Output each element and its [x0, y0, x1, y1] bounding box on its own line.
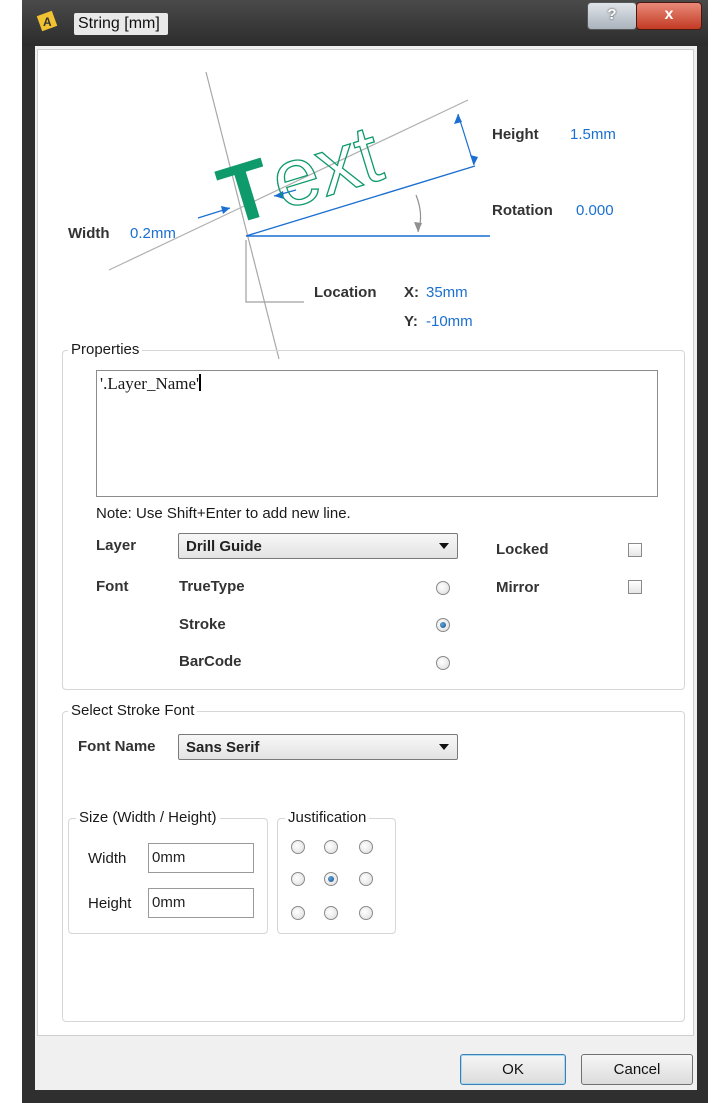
size-height-value: 0mm [152, 894, 186, 911]
font-option-barcode: BarCode [179, 653, 242, 670]
chevron-down-icon [439, 543, 449, 549]
svg-text:ext: ext [261, 108, 392, 227]
size-height-label: Height [88, 895, 132, 912]
justify-middle-center-radio[interactable] [324, 872, 338, 886]
new-line-note: Note: Use Shift+Enter to add new line. [96, 505, 351, 522]
font-radio-truetype[interactable] [436, 581, 450, 595]
layer-select[interactable]: Drill Guide [178, 533, 458, 559]
font-name-select[interactable]: Sans Serif [178, 734, 458, 760]
rotation-value: 0.000 [576, 202, 614, 219]
text-value-field[interactable]: '.Layer_Name' [96, 370, 658, 497]
dialog-client: T ext Height 1.5mm Rotation 0.000 Width … [35, 46, 697, 1090]
location-y-label: Y: [404, 313, 418, 330]
close-button[interactable]: x [636, 2, 702, 30]
justify-middle-right-radio[interactable] [359, 872, 373, 886]
justify-top-right-radio[interactable] [359, 840, 373, 854]
mirror-checkbox[interactable] [628, 580, 642, 594]
font-radio-barcode[interactable] [436, 656, 450, 670]
cancel-button[interactable]: Cancel [581, 1054, 693, 1085]
location-x-value: 35mm [426, 284, 468, 301]
font-name-select-value: Sans Serif [186, 739, 260, 756]
text-value: '.Layer_Name' [100, 374, 200, 393]
size-width-label: Width [88, 850, 127, 867]
content-panel: T ext Height 1.5mm Rotation 0.000 Width … [37, 49, 694, 1036]
help-button[interactable]: ? [587, 2, 637, 30]
ok-button[interactable]: OK [460, 1054, 566, 1085]
string-tool-icon: A [36, 10, 58, 32]
font-name-label: Font Name [78, 738, 156, 755]
title-bar[interactable]: A String [mm] ? x [22, 0, 708, 46]
layer-select-value: Drill Guide [186, 538, 262, 555]
height-value: 1.5mm [570, 126, 616, 143]
size-width-input[interactable]: 0mm [148, 843, 254, 873]
rotation-label: Rotation [492, 202, 553, 219]
font-option-stroke: Stroke [179, 616, 226, 633]
svg-text:A: A [43, 15, 52, 29]
locked-label: Locked [496, 541, 549, 558]
height-label: Height [492, 126, 539, 143]
justify-top-center-radio[interactable] [324, 840, 338, 854]
location-y-value: -10mm [426, 313, 473, 330]
justify-middle-left-radio[interactable] [291, 872, 305, 886]
justification-legend: Justification [285, 809, 370, 826]
stroke-font-legend: Select Stroke Font [68, 702, 198, 719]
width-value: 0.2mm [130, 225, 176, 242]
width-label: Width [68, 225, 110, 242]
text-caret [199, 374, 202, 391]
justify-top-left-radio[interactable] [291, 840, 305, 854]
layer-label: Layer [96, 537, 137, 554]
justify-bottom-right-radio[interactable] [359, 906, 373, 920]
window-title: String [mm] [74, 13, 168, 35]
size-legend: Size (Width / Height) [76, 809, 220, 826]
font-radio-stroke[interactable] [436, 618, 450, 632]
font-option-truetype: TrueType [179, 578, 245, 595]
properties-legend: Properties [68, 341, 143, 358]
mirror-label: Mirror [496, 579, 540, 596]
location-label: Location [314, 284, 377, 301]
location-x-label: X: [404, 284, 419, 301]
justify-bottom-left-radio[interactable] [291, 906, 305, 920]
dialog-window: A String [mm] ? x T ext Height 1.5mm Rot… [22, 0, 708, 1103]
font-label: Font [96, 578, 129, 595]
locked-checkbox[interactable] [628, 543, 642, 557]
size-height-input[interactable]: 0mm [148, 888, 254, 918]
size-width-value: 0mm [152, 849, 186, 866]
justify-bottom-center-radio[interactable] [324, 906, 338, 920]
chevron-down-icon [439, 744, 449, 750]
